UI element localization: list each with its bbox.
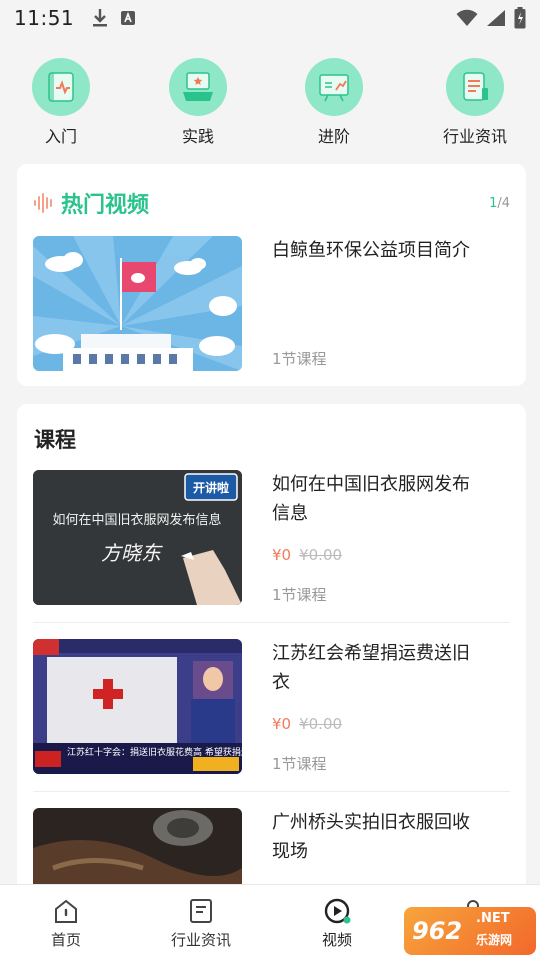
nav-home[interactable]: 首页: [11, 897, 121, 950]
divider: [33, 622, 510, 623]
status-bar: 11:51: [0, 0, 540, 36]
hot-video-lessons: 1节课程: [272, 350, 327, 368]
course-title-line: 如何在中国旧衣服网发布: [272, 474, 470, 495]
category-practice[interactable]: 实践: [143, 58, 253, 147]
course-title-line: 信息: [272, 503, 308, 524]
course-title-line: 江苏红会希望捐运费送旧: [272, 643, 470, 664]
sound-wave-icon: [34, 193, 52, 213]
course-thumbnail[interactable]: [33, 808, 242, 884]
course-title-line: 现场: [272, 841, 308, 862]
original-price: ¥0.00: [299, 715, 343, 733]
watermark-name: 乐游网: [476, 933, 513, 947]
category-label: 进阶: [317, 127, 350, 146]
hot-videos-title: 热门视频: [61, 193, 150, 218]
document-icon: [446, 58, 504, 116]
courses-card: 课程 开讲啦 如何在中国旧衣服网发布信息 方晓东 如何在中国旧衣服网发布 信息 ¥…: [17, 404, 526, 924]
wifi-icon: [456, 9, 478, 26]
app-a-icon: [121, 11, 136, 25]
watermark-number: 962: [412, 917, 463, 945]
growth-board-icon: [305, 58, 363, 116]
course-title-line: 广州桥头实拍旧衣服回收: [272, 812, 470, 833]
nav-video[interactable]: 视频: [282, 897, 392, 950]
courses-heading: 课程: [34, 428, 76, 452]
hot-videos-pager: 1/4: [489, 196, 510, 211]
course-thumbnail[interactable]: 开讲啦 如何在中国旧衣服网发布信息 方晓东: [33, 470, 242, 605]
video-play-icon: [324, 898, 351, 924]
news-icon: [190, 899, 212, 923]
home-icon: [55, 899, 77, 923]
category-row: 入门 实践 进阶 行业资讯: [0, 58, 540, 150]
nav-label: 行业资讯: [170, 931, 231, 949]
original-price: ¥0.00: [299, 546, 343, 564]
nav-label: 首页: [50, 931, 81, 949]
category-news[interactable]: 行业资讯: [420, 58, 530, 147]
hot-video-thumbnail[interactable]: [33, 236, 242, 371]
course-title-line: 衣: [272, 672, 290, 693]
watermark-domain: .NET: [476, 911, 510, 926]
divider: [33, 791, 510, 792]
hot-video-title[interactable]: 白鲸鱼环保公益项目简介: [272, 236, 470, 265]
thumb-caption: 江苏红十字会：捐送旧衣服花费高 希望获捐运费: [67, 746, 242, 758]
status-time: 11:51: [14, 6, 75, 30]
signal-icon: [487, 10, 505, 26]
current-price: ¥0: [272, 546, 292, 564]
course-price: ¥0 ¥0.00: [272, 546, 342, 564]
current-price: ¥0: [272, 715, 292, 733]
nav-news[interactable]: 行业资讯: [146, 897, 256, 950]
category-intro[interactable]: 入门: [6, 58, 116, 147]
chart-book-icon: [32, 58, 90, 116]
course-title[interactable]: 广州桥头实拍旧衣服回收 现场: [272, 808, 470, 866]
thumb-badge: 开讲啦: [193, 480, 229, 495]
thumb-signature: 方晓东: [101, 541, 163, 565]
category-label: 入门: [44, 127, 77, 146]
course-title[interactable]: 江苏红会希望捐运费送旧衣: [272, 639, 470, 697]
site-watermark-logo: 962 .NET 乐游网: [404, 907, 536, 955]
battery-icon: [514, 7, 526, 29]
pager-total: /4: [497, 195, 510, 211]
course-price: ¥0 ¥0.00: [272, 715, 342, 733]
thumb-caption: 如何在中国旧衣服网发布信息: [52, 512, 221, 528]
category-label: 实践: [181, 127, 214, 146]
course-title[interactable]: 如何在中国旧衣服网发布 信息: [272, 470, 470, 528]
download-icon: [93, 9, 108, 27]
course-lessons: 1节课程: [272, 755, 327, 773]
hot-videos-header: 热门视频 1/4: [33, 188, 510, 218]
nav-label: 视频: [321, 931, 352, 949]
category-advanced[interactable]: 进阶: [279, 58, 389, 147]
course-lessons: 1节课程: [272, 586, 327, 604]
hot-videos-card: 热门视频 1/4 白鲸鱼环保公益项目简介 1节课程: [17, 164, 526, 386]
course-thumbnail[interactable]: 江苏红十字会：捐送旧衣服花费高 希望获捐运费: [33, 639, 242, 774]
category-label: 行业资讯: [442, 127, 507, 146]
flag-board-icon: [169, 58, 227, 116]
